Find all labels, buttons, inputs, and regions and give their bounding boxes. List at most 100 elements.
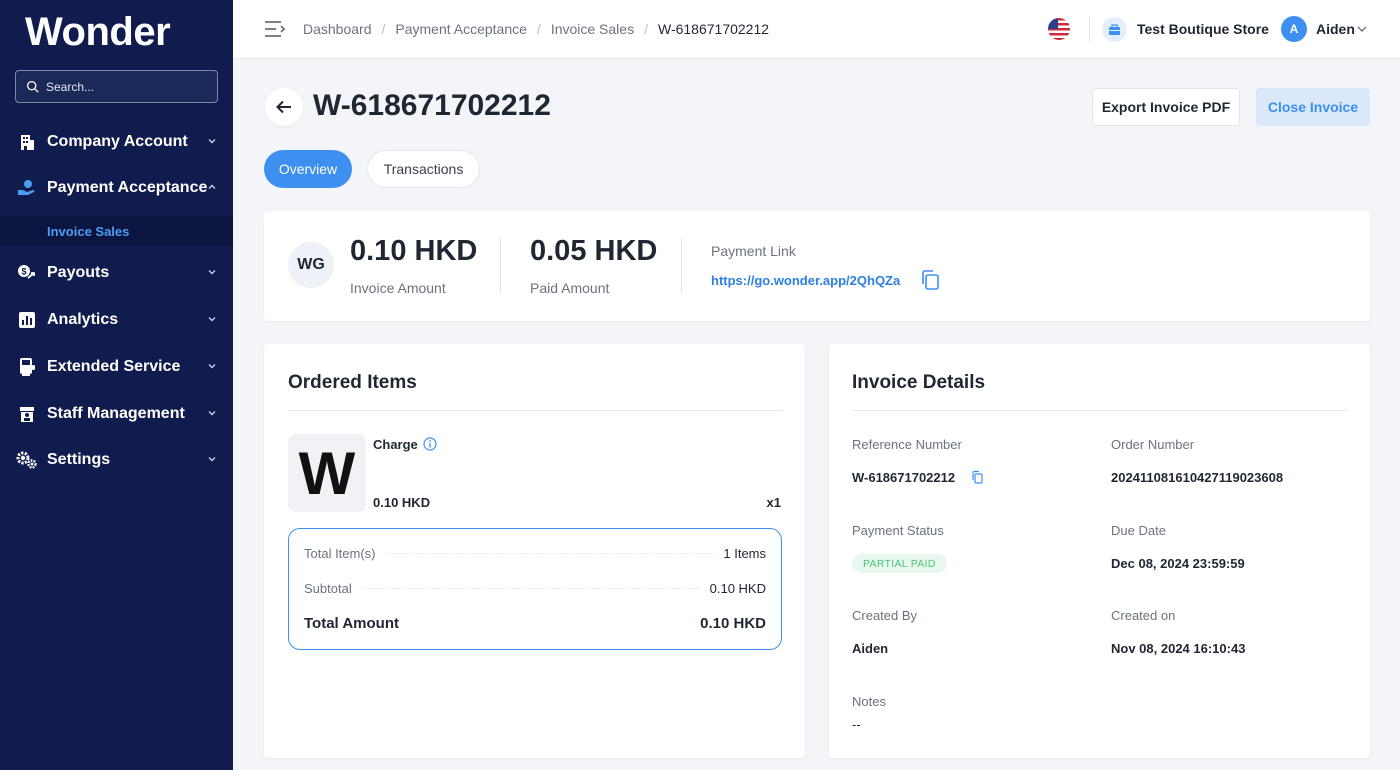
- breadcrumb-dashboard[interactable]: Dashboard: [303, 21, 372, 37]
- sidebar-item-payment-acceptance[interactable]: Payment Acceptance: [0, 165, 233, 211]
- payment-status-label: Payment Status: [852, 523, 944, 538]
- summary-divider: [681, 238, 682, 294]
- total-items-value: 1 Items: [723, 546, 766, 561]
- sidebar-item-settings[interactable]: Settings: [0, 437, 233, 483]
- sidebar-item-label: Payouts: [47, 264, 110, 281]
- menu-collapse-icon[interactable]: [264, 19, 286, 39]
- total-items-row: Total Item(s) 1 Items: [304, 546, 766, 561]
- terminal-icon: [16, 356, 38, 378]
- user-name[interactable]: Aiden: [1316, 21, 1355, 37]
- svg-text:$: $: [21, 267, 26, 277]
- building-icon: [16, 131, 38, 153]
- hand-coin-icon: [16, 177, 38, 199]
- sidebar: Wonder Company Account Payment Acceptanc…: [0, 0, 233, 770]
- us-flag-icon[interactable]: [1048, 18, 1070, 40]
- item-thumbnail: W: [288, 434, 366, 512]
- sidebar-item-staff-management[interactable]: Staff Management: [0, 391, 233, 437]
- breadcrumb: Dashboard / Payment Acceptance / Invoice…: [303, 21, 769, 37]
- invoice-details-title: Invoice Details: [852, 372, 986, 393]
- breadcrumb-payment-acceptance[interactable]: Payment Acceptance: [395, 21, 527, 37]
- sidebar-item-label: Company Account: [47, 133, 188, 150]
- chevron-up-icon: [208, 184, 216, 189]
- chevron-down-icon: [208, 411, 216, 416]
- search-input[interactable]: [46, 79, 206, 94]
- payment-link[interactable]: https://go.wonder.app/2QhQZa: [711, 273, 900, 288]
- ordered-items-title: Ordered Items: [288, 372, 417, 393]
- total-amount-value: 0.10 HKD: [700, 615, 766, 632]
- section-divider: [288, 410, 782, 411]
- notes-label: Notes: [852, 694, 886, 709]
- item-name: Charge: [373, 437, 418, 452]
- sidebar-item-extended-service[interactable]: Extended Service: [0, 344, 233, 390]
- ordered-items-card: Ordered Items W Charge 0.10 HKD x1 Total…: [264, 344, 805, 758]
- sidebar-item-company-account[interactable]: Company Account: [0, 119, 233, 165]
- subtotal-row: Subtotal 0.10 HKD: [304, 581, 766, 596]
- arrow-left-icon: [276, 100, 291, 114]
- due-date-value: Dec 08, 2024 23:59:59: [1111, 556, 1245, 571]
- section-divider: [852, 410, 1347, 411]
- reference-number-value: W-618671702212: [852, 470, 956, 485]
- sidebar-item-label: Payment Acceptance: [47, 179, 208, 196]
- tab-transactions[interactable]: Transactions: [367, 150, 480, 188]
- sidebar-item-label: Analytics: [47, 311, 119, 328]
- chevron-down-icon[interactable]: [1357, 25, 1367, 33]
- back-button[interactable]: [265, 88, 303, 126]
- due-date-label: Due Date: [1111, 523, 1166, 538]
- order-totals-box: Total Item(s) 1 Items Subtotal 0.10 HKD …: [288, 528, 782, 650]
- item-price: 0.10 HKD: [373, 495, 431, 510]
- status-badge: PARTIAL PAID: [852, 554, 947, 573]
- search-icon: [26, 80, 39, 93]
- breadcrumb-separator: /: [536, 21, 541, 37]
- wonder-logo[interactable]: Wonder: [25, 10, 171, 55]
- order-number-label: Order Number: [1111, 437, 1195, 452]
- copy-icon[interactable]: [971, 470, 983, 484]
- invoice-amount-value: 0.10 HKD: [350, 235, 478, 267]
- avatar[interactable]: A: [1281, 16, 1307, 42]
- export-invoice-pdf-button[interactable]: Export Invoice PDF: [1092, 88, 1240, 126]
- invoice-details-card: Invoice Details Reference Number W-61867…: [829, 344, 1370, 758]
- paid-amount-value: 0.05 HKD: [530, 235, 658, 267]
- invoice-amount-label: Invoice Amount: [350, 280, 446, 296]
- copy-icon[interactable]: [920, 269, 940, 291]
- topbar: Dashboard / Payment Acceptance / Invoice…: [233, 0, 1400, 59]
- store-name[interactable]: Test Boutique Store: [1137, 21, 1269, 37]
- created-by-label: Created By: [852, 608, 918, 623]
- merchant-avatar: WG: [288, 242, 334, 288]
- total-amount-label: Total Amount: [304, 615, 399, 632]
- subtotal-value: 0.10 HKD: [709, 581, 766, 596]
- breadcrumb-invoice-sales[interactable]: Invoice Sales: [551, 21, 634, 37]
- topbar-divider: [1089, 16, 1090, 42]
- item-quantity: x1: [766, 495, 781, 510]
- close-invoice-button[interactable]: Close Invoice: [1256, 88, 1370, 126]
- reference-number-label: Reference Number: [852, 437, 962, 452]
- breadcrumb-current: W-618671702212: [657, 21, 770, 37]
- sidebar-item-payouts[interactable]: $ Payouts: [0, 250, 233, 296]
- chevron-down-icon: [208, 457, 216, 462]
- store-staff-icon: [16, 403, 38, 425]
- payment-link-label: Payment Link: [711, 243, 796, 259]
- search-box[interactable]: [15, 70, 218, 103]
- sidebar-item-analytics[interactable]: Analytics: [0, 297, 233, 343]
- summary-divider: [500, 238, 501, 294]
- breadcrumb-separator: /: [644, 21, 648, 37]
- created-on-value: Nov 08, 2024 16:10:43: [1111, 641, 1246, 656]
- paid-amount-label: Paid Amount: [530, 280, 610, 296]
- chevron-down-icon: [208, 139, 216, 144]
- created-on-label: Created on: [1111, 608, 1176, 623]
- sidebar-subitem-invoice-sales[interactable]: Invoice Sales: [0, 216, 233, 246]
- notes-value: --: [852, 717, 861, 732]
- sidebar-item-label: Extended Service: [47, 358, 181, 375]
- chevron-down-icon: [208, 270, 216, 275]
- chevron-down-icon: [208, 364, 216, 369]
- store-icon[interactable]: [1102, 17, 1127, 42]
- dotted-leader: [385, 553, 714, 554]
- gears-icon: [16, 449, 38, 471]
- page-title: W-618671702212: [313, 89, 551, 122]
- total-amount-row: Total Amount 0.10 HKD: [304, 615, 766, 632]
- subtotal-label: Subtotal: [304, 581, 352, 596]
- info-icon[interactable]: [423, 437, 437, 451]
- created-by-value: Aiden: [852, 641, 889, 656]
- tab-overview[interactable]: Overview: [264, 150, 352, 188]
- chevron-down-icon: [208, 317, 216, 322]
